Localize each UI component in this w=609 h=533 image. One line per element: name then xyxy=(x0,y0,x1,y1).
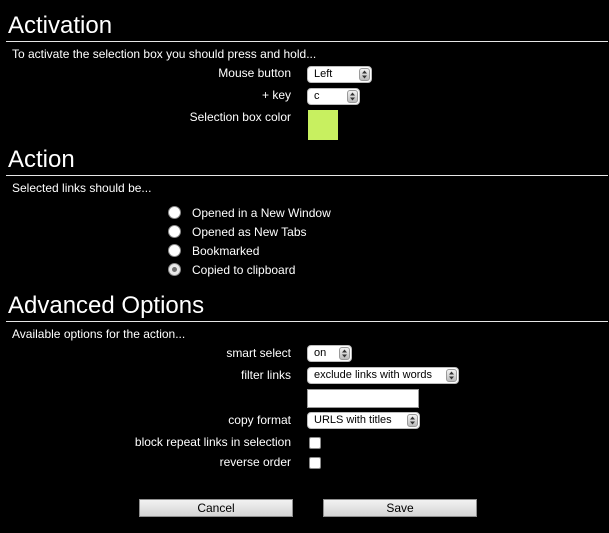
filter-links-value: exclude links with words xyxy=(314,369,432,381)
chevron-updown-icon xyxy=(407,414,418,427)
advanced-options-description: Available options for the action... xyxy=(12,327,186,341)
mouse-button-select[interactable]: Left xyxy=(307,66,372,83)
chevron-updown-icon xyxy=(446,369,457,382)
radio-new-tabs[interactable] xyxy=(168,225,181,238)
mouse-button-value: Left xyxy=(314,68,333,80)
radio-new-window[interactable] xyxy=(168,206,181,219)
radio-clipboard-label: Copied to clipboard xyxy=(192,263,296,277)
save-button[interactable]: Save xyxy=(323,499,477,517)
filter-links-label: filter links xyxy=(240,368,291,382)
filter-words-input[interactable] xyxy=(307,389,419,408)
activation-description: To activate the selection box you should… xyxy=(12,47,317,61)
activation-title: Activation xyxy=(8,12,113,39)
activation-divider xyxy=(6,41,608,42)
radio-new-tabs-label: Opened as New Tabs xyxy=(192,225,307,239)
smart-select-select[interactable]: on xyxy=(307,345,352,362)
block-repeat-checkbox[interactable] xyxy=(309,437,321,449)
key-select[interactable]: c xyxy=(307,88,360,105)
smart-select-value: on xyxy=(314,347,327,359)
advanced-options-title: Advanced Options xyxy=(8,292,205,319)
filter-links-select[interactable]: exclude links with words xyxy=(307,367,459,384)
action-divider xyxy=(6,175,608,176)
copy-format-label: copy format xyxy=(228,413,291,427)
key-value: c xyxy=(314,90,320,102)
reverse-order-checkbox[interactable] xyxy=(309,457,321,469)
block-repeat-label: block repeat links in selection xyxy=(134,435,291,449)
selection-color-swatch[interactable] xyxy=(308,110,338,140)
radio-bookmarked-label: Bookmarked xyxy=(192,244,260,258)
reverse-order-label: reverse order xyxy=(219,455,291,469)
copy-format-value: URLS with titles xyxy=(314,414,392,426)
smart-select-label: smart select xyxy=(226,346,291,360)
action-title: Action xyxy=(8,146,75,173)
cancel-button[interactable]: Cancel xyxy=(139,499,293,517)
chevron-updown-icon xyxy=(347,90,358,103)
action-description: Selected links should be... xyxy=(12,181,152,195)
key-label: + key xyxy=(261,88,291,102)
selection-color-label: Selection box color xyxy=(189,110,291,124)
copy-format-select[interactable]: URLS with titles xyxy=(307,412,420,429)
mouse-button-label: Mouse button xyxy=(218,66,291,80)
radio-clipboard[interactable] xyxy=(168,263,181,276)
chevron-updown-icon xyxy=(339,347,350,360)
chevron-updown-icon xyxy=(359,68,370,81)
radio-new-window-label: Opened in a New Window xyxy=(192,206,331,220)
advanced-options-divider xyxy=(6,321,608,322)
radio-bookmarked[interactable] xyxy=(168,244,181,257)
